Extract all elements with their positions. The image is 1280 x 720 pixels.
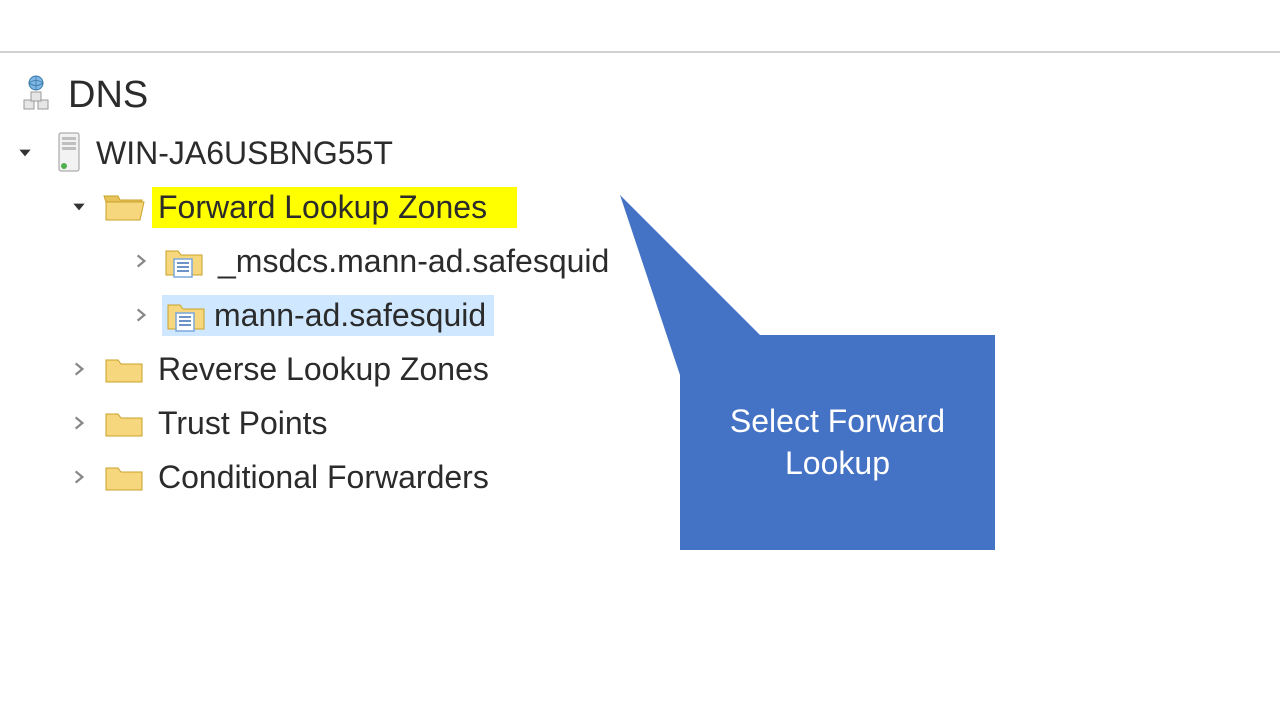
- dns-manager-icon: [16, 74, 56, 116]
- tree-cond-fwd-label: Conditional Forwarders: [152, 457, 495, 498]
- expand-arrow-trust[interactable]: [68, 412, 90, 434]
- tree-server-row[interactable]: WIN-JA6USBNG55T: [14, 128, 615, 178]
- tree-zone-msdcs-row[interactable]: _msdcs.mann-ad.safesquid: [130, 236, 615, 286]
- zone-folder-icon: [164, 297, 208, 333]
- folder-icon: [102, 352, 146, 386]
- tree-cond-fwd-row[interactable]: Conditional Forwarders: [68, 452, 615, 502]
- expand-arrow-cond[interactable]: [68, 466, 90, 488]
- tree-zone-msdcs-label: _msdcs.mann-ad.safesquid: [212, 241, 615, 282]
- expand-arrow-msdcs[interactable]: [130, 250, 152, 272]
- tree-trust-label: Trust Points: [152, 403, 334, 444]
- tree-root-label: DNS: [62, 72, 154, 119]
- window-divider: [0, 51, 1280, 53]
- folder-icon: [102, 460, 146, 494]
- server-icon: [54, 131, 84, 175]
- callout-line2: Lookup: [785, 445, 890, 481]
- expand-arrow-rev[interactable]: [68, 358, 90, 380]
- folder-icon: [102, 406, 146, 440]
- dns-tree: DNS WIN-JA6USBNG55T: [14, 70, 615, 502]
- tree-server-label: WIN-JA6USBNG55T: [90, 133, 399, 174]
- folder-open-icon: [102, 190, 146, 224]
- tree-rev-zones-label: Reverse Lookup Zones: [152, 349, 495, 390]
- tree-root-row[interactable]: DNS: [14, 70, 615, 120]
- tree-rev-zones-row[interactable]: Reverse Lookup Zones: [68, 344, 615, 394]
- callout-line1: Select Forward: [730, 403, 945, 439]
- tree-zone-mann-label: mann-ad.safesquid: [214, 297, 486, 334]
- tree-fwd-zones-row[interactable]: Forward Lookup Zones: [68, 182, 615, 232]
- tree-zone-mann-row[interactable]: mann-ad.safesquid: [130, 290, 615, 340]
- expand-arrow-fwd[interactable]: [68, 196, 90, 218]
- annotation-callout: Select Forward Lookup: [680, 335, 995, 550]
- expand-arrow-mann[interactable]: [130, 304, 152, 326]
- zone-folder-icon: [162, 243, 206, 279]
- tree-fwd-zones-label: Forward Lookup Zones: [152, 187, 517, 228]
- tree-trust-row[interactable]: Trust Points: [68, 398, 615, 448]
- expand-arrow-server[interactable]: [14, 142, 36, 164]
